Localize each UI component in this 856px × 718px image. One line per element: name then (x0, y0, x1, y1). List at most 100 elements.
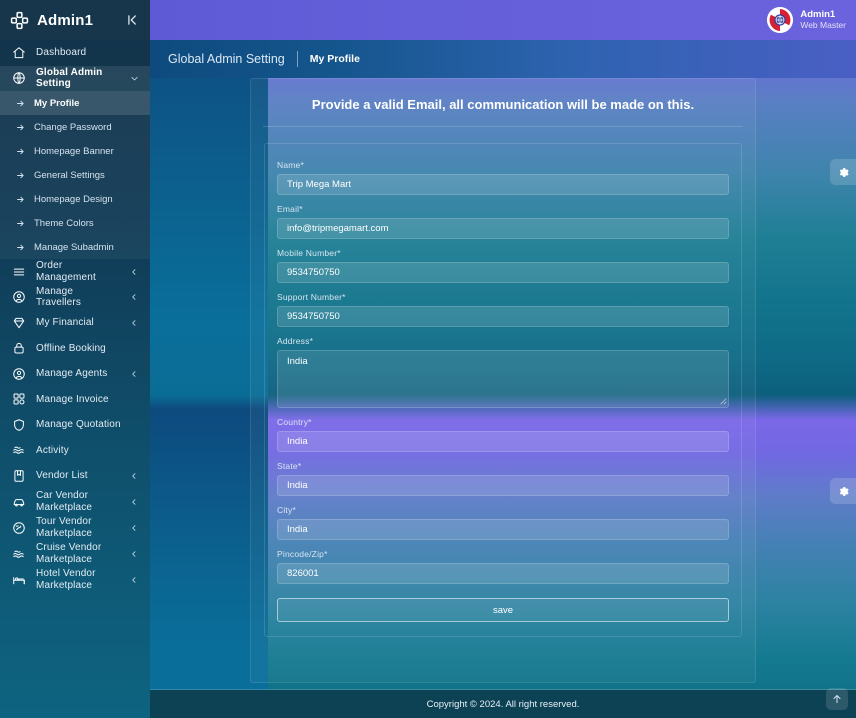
grid-icon (12, 392, 26, 406)
settings-panel-toggle-top[interactable] (830, 159, 856, 185)
state-field[interactable] (277, 475, 729, 496)
sidebar-subitem-change-password[interactable]: Change Password (0, 115, 150, 139)
sidebar-item-order-management[interactable]: Order Management (0, 259, 150, 285)
app-logo-icon (10, 11, 29, 30)
label-text: Address (277, 336, 310, 346)
label-text: Support Number (277, 292, 343, 302)
sidebar-item-car-vendor-marketplace[interactable]: Car Vendor Marketplace (0, 489, 150, 515)
form-group-country-field: Country* (277, 417, 729, 452)
sidebar-item-label: Vendor List (36, 470, 88, 481)
gear-icon (837, 166, 850, 179)
chevron-left-icon (130, 319, 138, 327)
required-marker: * (324, 549, 328, 559)
label-state-field: State* (277, 461, 729, 471)
arrow-right-icon (16, 243, 25, 252)
sidebar-subitem-label: Homepage Design (34, 193, 113, 205)
sidebar-item-vendor-list[interactable]: Vendor List (0, 463, 150, 489)
user-profile-menu[interactable]: Admin1 Web Master (767, 7, 846, 33)
form-group-state-field: State* (277, 461, 729, 496)
form-fields: Name*Email*Mobile Number*Support Number*… (277, 160, 729, 584)
pincode-field[interactable] (277, 563, 729, 584)
sidebar-item-manage-agents[interactable]: Manage Agents (0, 361, 150, 387)
chevron-left-icon (130, 268, 138, 276)
arrow-up-icon (831, 693, 843, 705)
sidebar-header: Admin1 (0, 0, 150, 40)
mobile-number-field[interactable] (277, 262, 729, 283)
arrow-right-icon (16, 195, 25, 204)
chevron-left-icon (130, 370, 138, 378)
collapse-left-icon[interactable] (126, 13, 140, 27)
label-text: Country (277, 417, 309, 427)
sidebar-item-hotel-vendor-marketplace[interactable]: Hotel Vendor Marketplace (0, 567, 150, 593)
sidebar-subitem-label: Homepage Banner (34, 145, 114, 157)
sidebar-item-tour-vendor-marketplace[interactable]: Tour Vendor Marketplace (0, 515, 150, 541)
admin-dashboard-page: Admin1 Dashboard Global Admin Setting My P… (0, 0, 856, 718)
sidebar-subitem-label: General Settings (34, 169, 105, 181)
sidebar-item-cruise-vendor-marketplace[interactable]: Cruise Vendor Marketplace (0, 541, 150, 567)
textarea-wrapper (277, 350, 729, 408)
sidebar-item-label: Order Management (36, 260, 96, 283)
avatar (767, 7, 794, 33)
sidebar-item-label: Activity (36, 444, 69, 456)
sidebar-item-label: Tour Vendor Marketplace (36, 516, 93, 539)
sidebar-subitem-label: Change Password (34, 121, 112, 133)
chevron-left-icon (130, 550, 138, 558)
sidebar-item-manage-invoice[interactable]: Manage Invoice (0, 387, 150, 413)
save-button[interactable]: save (277, 598, 729, 622)
form-group-mobile-number-field: Mobile Number* (277, 248, 729, 283)
name-field[interactable] (277, 174, 729, 195)
city-field[interactable] (277, 519, 729, 540)
sidebar-menu: Dashboard Global Admin Setting My Profile C… (0, 40, 150, 593)
sidebar-item-label: My Financial (36, 317, 94, 328)
copyright-text: Copyright © 2024. All right reserved. (426, 698, 580, 710)
arrow-right-icon (16, 171, 25, 180)
required-marker: * (308, 417, 312, 427)
sidebar-subitem-manage-subadmin[interactable]: Manage Subadmin (0, 235, 150, 259)
waves-icon (12, 443, 26, 457)
sidebar-item-manage-quotation[interactable]: Manage Quotation (0, 412, 150, 438)
sidebar-item-activity[interactable]: Activity (0, 438, 150, 464)
topbar: Admin1 Web Master (150, 0, 856, 40)
user-circle-icon (12, 290, 26, 304)
home-icon (12, 46, 26, 60)
breadcrumb-parent[interactable]: Global Admin Setting (168, 52, 285, 66)
bookmark-icon (12, 469, 26, 483)
scroll-to-top-button[interactable] (826, 688, 848, 710)
label-text: Name (277, 160, 301, 170)
required-marker: * (292, 505, 296, 515)
form-group-email-field: Email* (277, 204, 729, 239)
sidebar-item-manage-travellers[interactable]: Manage Travellers (0, 285, 150, 311)
sidebar-item-dashboard[interactable]: Dashboard (0, 40, 150, 66)
label-pincode-field: Pincode/Zip* (277, 549, 729, 559)
breadcrumb: Global Admin Setting My Profile (150, 40, 856, 78)
chevron-left-icon (130, 498, 138, 506)
gear-icon (837, 485, 850, 498)
form-group-pincode-field: Pincode/Zip* (277, 549, 729, 584)
menu-lines-icon (12, 265, 26, 279)
sidebar-item-offline-booking[interactable]: Offline Booking (0, 336, 150, 362)
form-group-support-number-field: Support Number* (277, 292, 729, 327)
support-number-field[interactable] (277, 306, 729, 327)
required-marker: * (309, 336, 314, 346)
sidebar-subitem-theme-colors[interactable]: Theme Colors (0, 211, 150, 235)
form-group-address-field: Address* (277, 336, 729, 408)
sidebar-item-global-admin-setting[interactable]: Global Admin Setting (0, 65, 150, 91)
sidebar-subitem-homepage-banner[interactable]: Homepage Banner (0, 139, 150, 163)
sidebar-subitem-my-profile[interactable]: My Profile (0, 91, 150, 115)
email-field[interactable] (277, 218, 729, 239)
settings-panel-toggle-bottom[interactable] (830, 478, 856, 504)
sidebar-item-my-financial[interactable]: My Financial (0, 310, 150, 336)
address-field[interactable] (277, 350, 729, 408)
required-marker: * (342, 292, 346, 302)
form-group-city-field: City* (277, 505, 729, 540)
sidebar-subitem-homepage-design[interactable]: Homepage Design (0, 187, 150, 211)
breadcrumb-current: My Profile (309, 53, 360, 65)
sidebar-subitem-label: My Profile (34, 97, 80, 109)
sidebar-subitem-general-settings[interactable]: General Settings (0, 163, 150, 187)
chevron-left-icon (130, 293, 138, 301)
label-text: Email (277, 204, 300, 214)
sidebar-item-label: Offline Booking (36, 342, 106, 354)
card-title: Provide a valid Email, all communication… (311, 97, 695, 112)
arrow-right-icon (16, 99, 25, 108)
country-field[interactable] (277, 431, 729, 452)
